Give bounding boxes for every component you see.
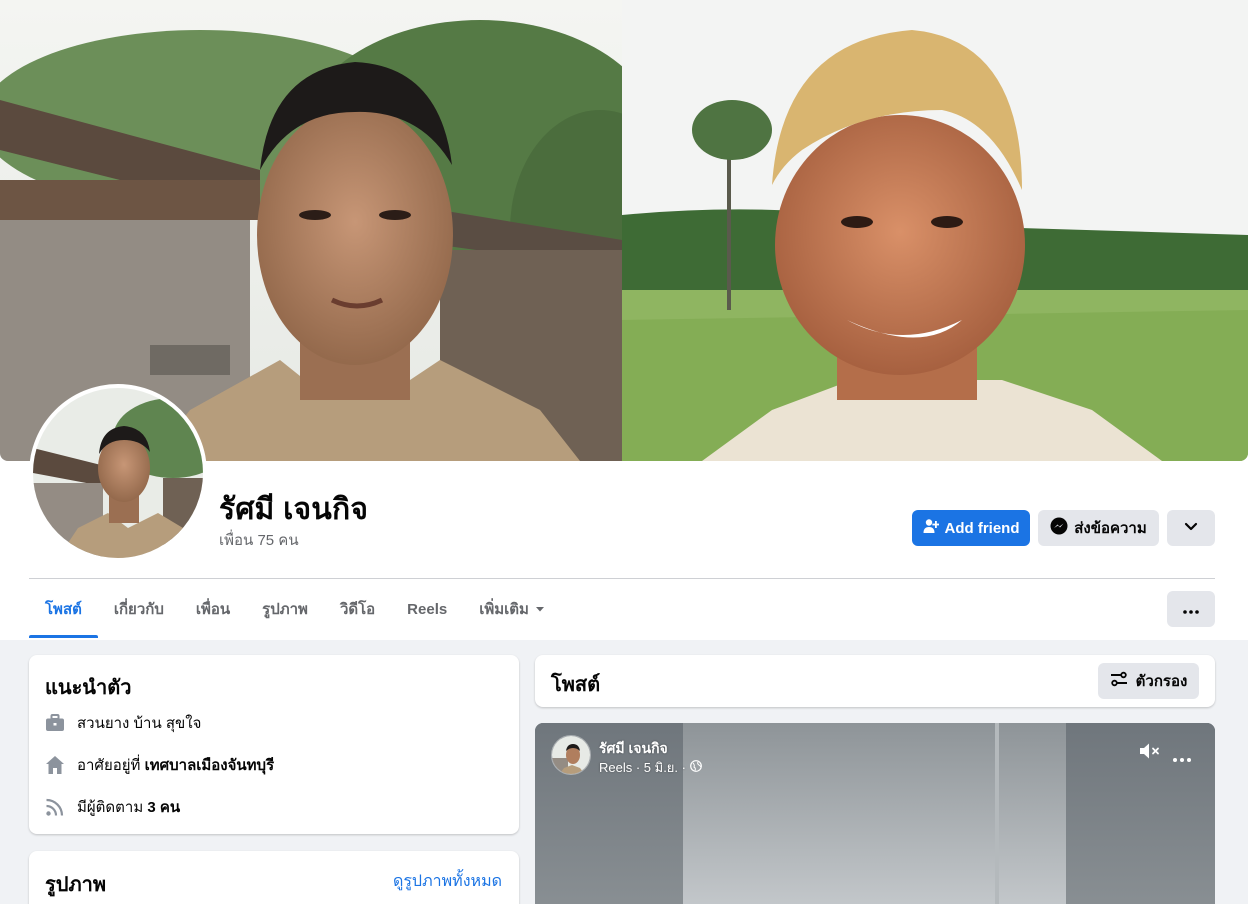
message-label: ส่งข้อความ [1074,520,1147,537]
tab-photos[interactable]: รูปภาพ [246,580,324,638]
intro-card: แนะนำตัว สวนยาง บ้าน สุขใจ อาศัยอยู่ที่ … [29,655,519,834]
posts-title: โพสต์ [551,674,601,696]
posts-header-card: โพสต์ ตัวกรอง [535,655,1215,707]
add-friend-button[interactable]: Add friend [912,510,1030,546]
filter-button[interactable]: ตัวกรอง [1098,663,1199,699]
add-user-icon [923,518,939,538]
profile-name: รัศมี เจนกิจ [219,493,369,526]
tabs-more-options-button[interactable] [1167,591,1215,627]
more-dots-icon [1183,601,1199,618]
rss-icon [45,797,65,817]
tab-posts[interactable]: โพสต์ [29,580,98,638]
globe-icon [690,760,702,775]
speaker-muted-icon [1139,742,1161,765]
cover-photo[interactable] [0,0,1248,461]
message-button[interactable]: ส่งข้อความ [1038,510,1159,546]
reel-post-card[interactable]: รัศมี เจนกิจ Reels · 5 มิ.ย. · [535,723,1215,904]
profile-avatar[interactable] [29,384,207,562]
add-friend-label: Add friend [944,519,1020,537]
home-icon [45,755,65,775]
profile-options-button[interactable] [1167,510,1215,546]
photos-card: รูปภาพ ดูรูปภาพทั้งหมด [29,851,519,904]
briefcase-icon [45,713,65,733]
intro-lives-place[interactable]: เทศบาลเมืองจันทบุรี [145,757,275,774]
more-dots-icon [1173,749,1191,767]
friend-count[interactable]: เพื่อน 75 คน [219,528,299,552]
profile-header: รัศมี เจนกิจ เพื่อน 75 คน Add friend ส่ง… [0,0,1248,640]
messenger-icon [1050,517,1068,539]
caret-down-icon [535,601,545,618]
profile-tabs: โพสต์ เกี่ยวกับ เพื่อน รูปภาพ วิดีโอ Ree… [29,580,561,638]
tab-about[interactable]: เกี่ยวกับ [98,580,180,638]
reel-post-options-button[interactable] [1173,749,1191,767]
intro-followers: มีผู้ติดตาม 3 คน [45,795,180,819]
filter-sliders-icon [1110,671,1128,691]
tab-friends[interactable]: เพื่อน [180,580,246,638]
see-all-photos-link[interactable]: ดูรูปภาพทั้งหมด [393,869,502,894]
reel-author-avatar[interactable] [551,735,591,775]
intro-lives: อาศัยอยู่ที่ เทศบาลเมืองจันทบุรี [45,753,274,777]
tab-videos[interactable]: วิดีโอ [324,580,391,638]
intro-work: สวนยาง บ้าน สุขใจ [45,711,201,735]
mute-button[interactable] [1139,742,1161,765]
chevron-down-icon [1184,519,1198,537]
cover-photo-right [622,0,1248,461]
tab-more[interactable]: เพิ่มเติม [463,580,561,638]
filter-label: ตัวกรอง [1135,673,1188,690]
header-divider [29,578,1215,579]
intro-followers-count[interactable]: 3 คน [147,799,180,816]
intro-title: แนะนำตัว [45,677,132,699]
reel-post-meta: Reels · 5 มิ.ย. · [599,757,702,778]
photos-title[interactable]: รูปภาพ [45,868,106,900]
tab-reels[interactable]: Reels [391,580,463,638]
